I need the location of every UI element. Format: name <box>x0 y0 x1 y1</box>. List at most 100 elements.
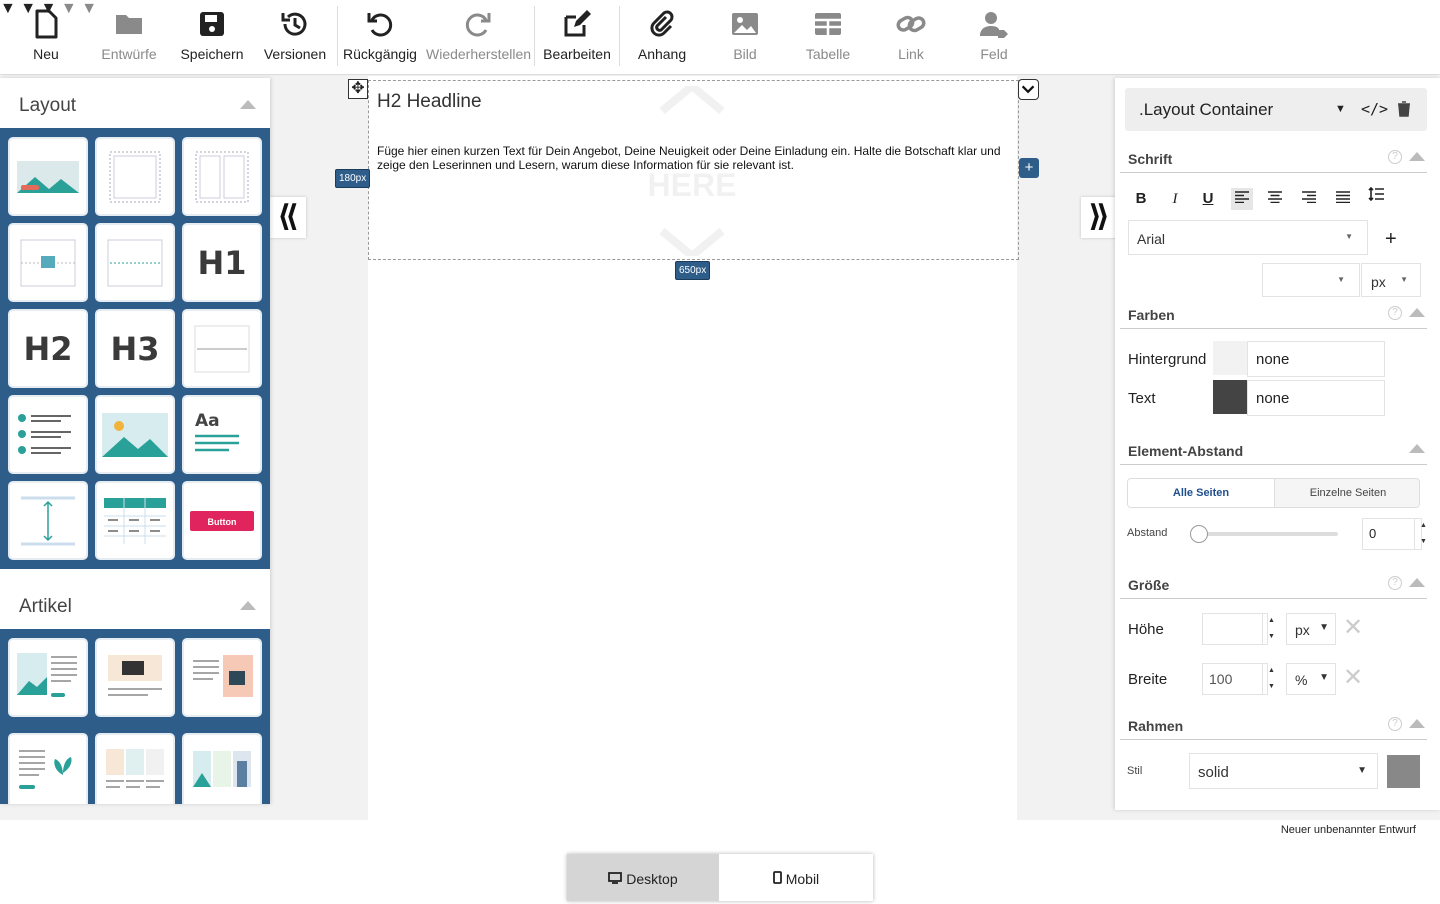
file-icon <box>4 8 88 42</box>
canvas-body-text[interactable]: Füge hier einen kurzen Text für Dein Ang… <box>377 144 1012 172</box>
collapse-triangle-icon[interactable] <box>1409 444 1425 453</box>
height-unit-select[interactable]: px ▼ <box>1286 613 1336 645</box>
tile-h1[interactable]: H1 <box>182 223 262 302</box>
tile-container[interactable] <box>95 137 175 216</box>
mobile-view-button[interactable]: Mobil <box>719 854 873 901</box>
collapse-triangle-icon[interactable] <box>1409 152 1425 161</box>
link-button[interactable]: Link <box>869 8 953 68</box>
collapse-triangle-icon[interactable] <box>1409 719 1425 728</box>
tile-text-block[interactable]: Aa <box>182 395 262 474</box>
collapse-triangle-icon[interactable] <box>240 100 256 109</box>
size-section-header[interactable]: Größe ? <box>1120 573 1427 599</box>
border-color-swatch[interactable] <box>1387 755 1420 788</box>
text-color-input[interactable]: none <box>1247 380 1385 416</box>
articles-section-header[interactable]: Artikel <box>0 579 270 629</box>
trash-icon[interactable] <box>1397 101 1411 117</box>
spacing-slider-track[interactable] <box>1195 532 1338 536</box>
table-button[interactable]: Tabelle <box>786 8 870 68</box>
spacing-slider-thumb[interactable] <box>1190 525 1208 543</box>
tile-spacer[interactable] <box>8 481 88 560</box>
canvas-headline[interactable]: H2 Headline <box>377 91 482 113</box>
drafts-button[interactable]: Entwürfe <box>87 8 171 68</box>
help-icon[interactable]: ? <box>1388 717 1402 731</box>
dropdown-caret-icon[interactable]: ▼ <box>1335 103 1346 115</box>
undo-icon <box>338 8 422 42</box>
text-color-swatch[interactable] <box>1213 380 1247 414</box>
help-icon[interactable]: ? <box>1388 150 1402 164</box>
width-input[interactable]: 100 <box>1202 663 1268 695</box>
tile-image[interactable] <box>95 395 175 474</box>
clear-width-icon[interactable]: ✕ <box>1343 663 1363 692</box>
height-stepper[interactable]: ▲ ▼ <box>1262 613 1280 645</box>
align-center-icon[interactable] <box>1264 188 1286 210</box>
spacing-section-header[interactable]: Element-Abstand <box>1120 439 1427 465</box>
new-button[interactable]: Neu <box>4 8 88 68</box>
redo-icon <box>426 8 530 42</box>
add-font-icon[interactable]: + <box>1385 228 1397 251</box>
spacing-input[interactable]: 0 <box>1362 518 1422 550</box>
border-style-select[interactable]: solid ▼ <box>1189 753 1378 789</box>
italic-icon[interactable]: I <box>1164 188 1186 210</box>
field-button[interactable]: Feld <box>952 8 1036 68</box>
collapse-right-panel-button[interactable]: ⟫ <box>1081 197 1117 238</box>
background-color-swatch[interactable] <box>1213 341 1247 375</box>
collapse-triangle-icon[interactable] <box>240 601 256 610</box>
layout-section-header[interactable]: Layout <box>0 78 270 128</box>
font-unit-select[interactable]: px ▼ <box>1361 263 1421 297</box>
tile-article-chair[interactable] <box>182 638 262 717</box>
help-icon[interactable]: ? <box>1388 306 1402 320</box>
line-height-icon[interactable] <box>1365 186 1387 208</box>
tile-h2[interactable]: H2 <box>8 309 88 388</box>
tile-article-laptop[interactable] <box>95 638 175 717</box>
tile-button[interactable]: Button <box>182 481 262 560</box>
move-icon[interactable]: ✥ <box>348 79 368 99</box>
tile-line-divider[interactable] <box>182 309 262 388</box>
clear-height-icon[interactable]: ✕ <box>1343 613 1363 642</box>
height-input[interactable] <box>1202 613 1268 645</box>
font-family-select[interactable]: Arial ▼ <box>1128 220 1368 255</box>
tile-article-gallery[interactable] <box>182 732 262 804</box>
collapse-left-panel-button[interactable]: ⟪ <box>270 197 306 238</box>
bold-icon[interactable]: B <box>1130 188 1152 210</box>
collapse-chevron-icon[interactable] <box>1018 79 1039 100</box>
font-size-input[interactable]: ▼ <box>1262 263 1360 297</box>
font-section-header[interactable]: Schrift ? <box>1120 147 1427 173</box>
edit-button[interactable]: Bearbeiten <box>535 8 619 68</box>
tile-article-plant[interactable] <box>8 732 88 804</box>
redo-button[interactable]: Wiederherstellen <box>426 8 531 68</box>
background-color-input[interactable]: none <box>1247 341 1385 377</box>
width-unit-select[interactable]: % ▼ <box>1286 663 1336 695</box>
image-button[interactable]: Bild <box>703 8 787 68</box>
tile-table[interactable] <box>95 481 175 560</box>
underline-icon[interactable]: U <box>1197 188 1219 210</box>
add-element-button[interactable]: + <box>1019 158 1039 178</box>
tile-dotted-divider[interactable] <box>95 223 175 302</box>
align-left-icon[interactable] <box>1231 188 1253 210</box>
undo-button[interactable]: Rückgängig <box>338 8 422 68</box>
attachment-button[interactable]: Anhang <box>620 8 704 68</box>
spacing-stepper[interactable]: ▲ ▼ <box>1414 518 1432 550</box>
tab-single-sides[interactable]: Einzelne Seiten <box>1275 479 1419 507</box>
help-icon[interactable]: ? <box>1388 576 1402 590</box>
tile-h3[interactable]: H3 <box>95 309 175 388</box>
tile-checklist[interactable] <box>8 395 88 474</box>
desktop-view-button[interactable]: Desktop <box>567 854 719 901</box>
tile-article-image-left[interactable] <box>8 638 88 717</box>
width-stepper[interactable]: ▲ ▼ <box>1262 663 1280 695</box>
versions-button[interactable]: Versionen <box>253 8 337 68</box>
collapse-triangle-icon[interactable] <box>1409 308 1425 317</box>
tile-two-column[interactable] <box>182 137 262 216</box>
tile-article-three-images[interactable] <box>95 732 175 804</box>
dropdown-caret-icon: ▼ <box>1337 275 1345 284</box>
border-section-header[interactable]: Rahmen ? <box>1120 714 1427 740</box>
align-justify-icon[interactable] <box>1332 188 1354 210</box>
element-selector[interactable]: .Layout Container ▼ </> <box>1125 88 1427 131</box>
tile-hero-image[interactable] <box>8 137 88 216</box>
align-right-icon[interactable] <box>1298 188 1320 210</box>
tile-image-divider[interactable] <box>8 223 88 302</box>
colors-section-header[interactable]: Farben ? <box>1120 303 1427 329</box>
tab-all-sides[interactable]: Alle Seiten <box>1128 479 1275 507</box>
save-button[interactable]: Speichern <box>170 8 254 68</box>
code-icon[interactable]: </> <box>1361 100 1388 118</box>
collapse-triangle-icon[interactable] <box>1409 578 1425 587</box>
